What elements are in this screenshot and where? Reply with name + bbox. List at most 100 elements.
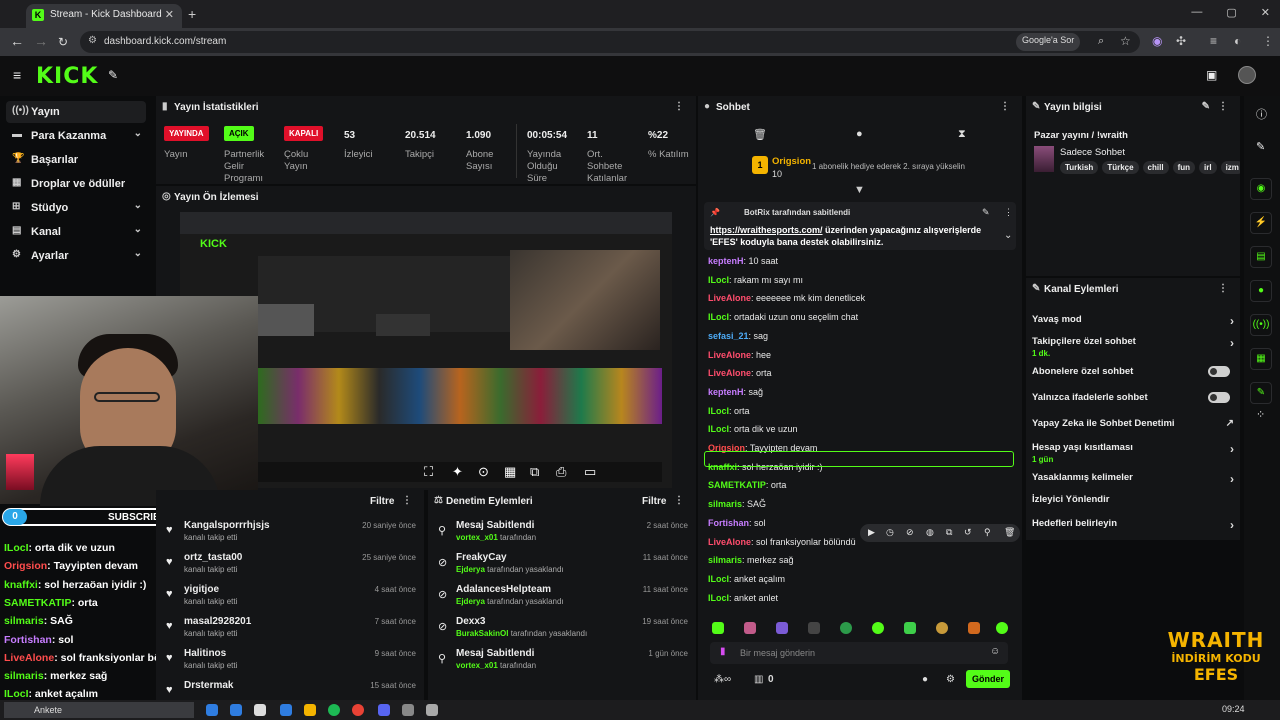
followers-filter-button[interactable]: Filtre <box>370 496 394 507</box>
avatar[interactable] <box>1238 66 1256 84</box>
moderation-row[interactable]: ⊘ FreakyCay Ejderya tarafından yasaklandı 1… <box>428 548 696 580</box>
edit-icon[interactable]: ✎ <box>1202 101 1210 112</box>
taskbar-app-icon[interactable] <box>426 704 438 716</box>
channel-action-4[interactable]: Yapay Zeka ile Sohbet Denetimi ↗ <box>1032 418 1238 429</box>
channel-action-1[interactable]: Takipçilere özel sohbet 1 dk. › <box>1032 336 1238 358</box>
mic-icon[interactable]: ▮ <box>720 646 726 657</box>
chevron-down-icon[interactable]: ⌄ <box>134 200 142 211</box>
chat-message[interactable]: Fortishan: sol <box>708 518 766 528</box>
chat-message[interactable]: LiveAlone: sol franksiyonlar bölündü <box>708 537 856 547</box>
moderation-row[interactable]: ⚲ Mesaj Sabitlendi vortex_x01 tarafından 2 … <box>428 516 696 548</box>
emote-icon[interactable] <box>712 622 724 634</box>
more-icon[interactable]: ⋮ <box>1000 101 1010 112</box>
moderation-name[interactable]: Mesaj Sabitlendi <box>456 648 534 659</box>
chat-message[interactable]: sefasi_21: sag <box>708 331 768 341</box>
creator-icon[interactable]: ▣ <box>1206 68 1217 82</box>
taskbar-app-icon[interactable] <box>304 704 316 716</box>
chat-message[interactable]: ILocI: orta <box>708 406 750 416</box>
taskbar-search[interactable]: Ankete <box>4 702 194 718</box>
emoji-icon[interactable]: ☺ <box>990 646 1000 657</box>
chat-message[interactable]: ILocI: rakam mı sayı mı <box>708 275 803 285</box>
taskbar-app-icon[interactable] <box>254 704 266 716</box>
close-window-button[interactable]: ✕ <box>1261 6 1270 19</box>
chat-input[interactable]: ▮ Bir mesaj gönderin ☺ <box>710 642 1008 664</box>
follower-name[interactable]: Kangalsporrrhjsjs <box>184 520 270 531</box>
browser-tab[interactable]: K Stream - Kick Dashboard ✕ <box>26 4 182 28</box>
chat-username[interactable]: LiveAlone <box>708 350 751 360</box>
wallet-icon[interactable]: ▥ <box>754 674 763 685</box>
sidebar-item-studyo[interactable]: ⊞ Stüdyo ⌄ <box>6 197 146 219</box>
chevron-right-icon[interactable]: › <box>1230 518 1234 532</box>
more-icon[interactable]: ⋮ <box>1218 101 1228 112</box>
chat-username[interactable]: ILocI <box>708 406 729 416</box>
clip-icon[interactable]: ▦ <box>504 464 516 480</box>
chevron-down-icon[interactable]: ⌄ <box>1004 230 1012 241</box>
rail-button-chat[interactable]: ● <box>1250 280 1272 302</box>
chat-message[interactable]: LiveAlone: eeeeeee mk kim denetlicek <box>708 293 865 303</box>
spotify-icon[interactable] <box>328 704 340 716</box>
chat-username[interactable]: LiveAlone <box>708 368 751 378</box>
more-icon[interactable]: ⋮ <box>1004 207 1013 218</box>
sidebar-item-droplar[interactable]: ▦ Droplar ve ödüller <box>6 173 146 195</box>
chat-bubble-icon[interactable]: ● <box>856 128 863 140</box>
timeout-icon[interactable]: ◷ <box>886 527 894 538</box>
chat-message[interactable]: keptenH: 10 saat <box>708 256 778 266</box>
emote-icon[interactable] <box>996 622 1008 634</box>
follower-row[interactable]: ♥ Halitinos kanalı takip etti 9 saat önce <box>156 644 424 676</box>
more-icon[interactable]: ⋮ <box>674 101 684 112</box>
back-icon[interactable]: ← <box>10 33 24 49</box>
emote-icon[interactable] <box>744 622 756 634</box>
sidebar-item-kanal[interactable]: ▤ Kanal ⌄ <box>6 221 146 243</box>
moderation-actor[interactable]: vortex_x01 <box>456 533 498 542</box>
moderation-filter-button[interactable]: Filtre <box>642 496 666 507</box>
more-icon[interactable]: ⋮ <box>674 495 684 506</box>
follower-name[interactable]: Halitinos <box>184 648 226 659</box>
moderation-row[interactable]: ⚲ Mesaj Sabitlendi vortex_x01 tarafından 1 … <box>428 644 696 676</box>
chevron-right-icon[interactable]: › <box>1230 314 1234 328</box>
chat-message[interactable]: silmaris: SAĞ <box>708 499 766 509</box>
emote-icon[interactable] <box>936 622 948 634</box>
copy-icon[interactable]: ⧉ <box>946 527 952 538</box>
rail-button-camera[interactable]: ◉ <box>1250 178 1272 200</box>
chat-username[interactable]: Fortishan <box>708 518 749 528</box>
chat-username[interactable]: silmaris <box>708 555 742 565</box>
tag-chip[interactable]: Türkçe <box>1102 161 1139 174</box>
browser-menu-icon[interactable]: ⋮ <box>1262 34 1274 48</box>
play-icon[interactable]: ▶ <box>868 527 875 538</box>
reading-list-icon[interactable]: ≡ <box>1210 34 1217 48</box>
rail-button-layout[interactable]: ▦ <box>1250 348 1272 370</box>
chat-username[interactable]: LiveAlone <box>708 293 751 303</box>
forward-icon[interactable]: → <box>34 33 48 49</box>
chevron-right-icon[interactable]: › <box>1230 442 1234 456</box>
moderation-name[interactable]: AdalancesHelpteam <box>456 584 551 595</box>
moderation-actor[interactable]: vortex_x01 <box>456 661 498 670</box>
profile-icon[interactable]: ◐ <box>1234 34 1241 48</box>
moderation-actor[interactable]: Ejderya <box>456 597 485 606</box>
chat-username[interactable]: ILocI <box>708 424 729 434</box>
hamburger-menu-icon[interactable]: ≡ <box>13 67 21 83</box>
channel-action-3[interactable]: Yalnızca ifadelerle sohbet <box>1032 392 1238 403</box>
chevron-right-icon[interactable]: › <box>1230 472 1234 486</box>
delete-icon[interactable]: 🗑 <box>1004 527 1015 538</box>
chat-message[interactable]: ILocI: anket açalım <box>708 574 785 584</box>
chat-message[interactable]: ILocI: ortadaki uzun onu seçelim chat <box>708 312 858 322</box>
taskbar-app-icon[interactable] <box>280 704 292 716</box>
chat-username[interactable]: LiveAlone <box>708 537 751 547</box>
emote-icon[interactable] <box>776 622 788 634</box>
follower-name[interactable]: Drstermak <box>184 680 233 691</box>
chat-username[interactable]: silmaris <box>708 499 742 509</box>
chrome-icon[interactable] <box>352 704 364 716</box>
address-bar[interactable]: ⚙ dashboard.kick.com/stream Google'a Sor… <box>80 31 1140 53</box>
channel-action-8[interactable]: Hedefleri belirleyin › <box>1032 518 1238 532</box>
moderation-actor[interactable]: Ejderya <box>456 565 485 574</box>
chat-username[interactable]: sefasi_21 <box>708 331 749 341</box>
channel-action-0[interactable]: Yavaş mod › <box>1032 314 1238 328</box>
more-icon[interactable]: ⋮ <box>402 495 412 506</box>
new-tab-button[interactable]: + <box>188 6 196 22</box>
channel-action-5[interactable]: Hesap yaşı kısıtlaması 1 gün › <box>1032 442 1238 464</box>
close-tab-icon[interactable]: ✕ <box>165 8 174 21</box>
moderation-actor[interactable]: BurakSakinOl <box>456 629 508 638</box>
pip-icon[interactable]: ⧉ <box>530 464 539 480</box>
chat-message[interactable]: ILocI: anket anlet <box>708 593 778 603</box>
channel-action-2[interactable]: Abonelere özel sohbet <box>1032 366 1238 377</box>
